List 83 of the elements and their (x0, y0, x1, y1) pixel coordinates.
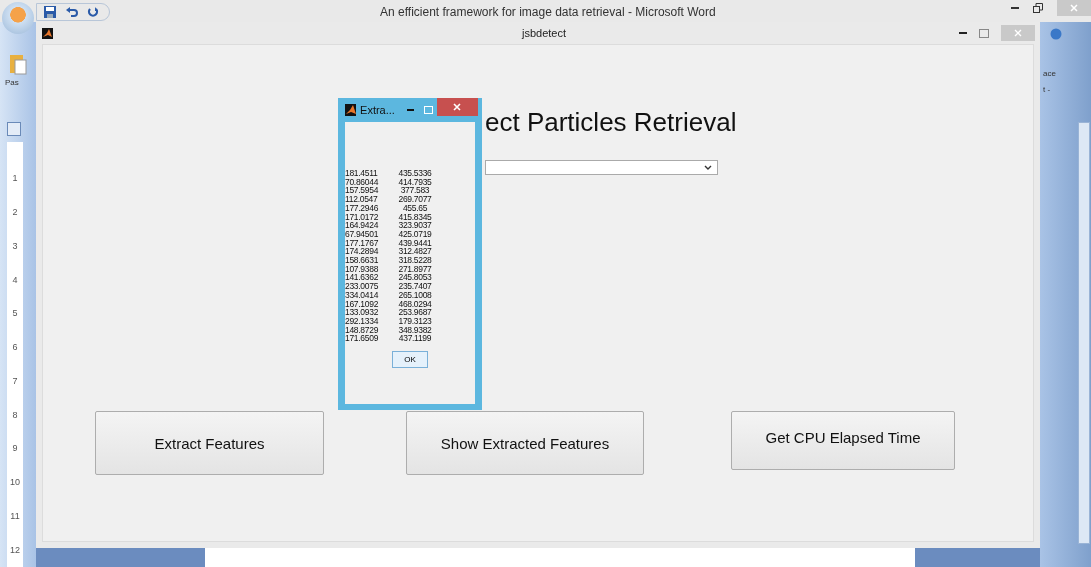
value-text: 167.1092 (345, 299, 380, 309)
value-text: 414.7935 (397, 177, 433, 187)
ruler-number: 1 (12, 174, 18, 184)
value-text: 181.4511 (345, 169, 379, 178)
value-text: 271.8977 (397, 264, 433, 274)
value-text: 171.0172 (345, 212, 380, 222)
value-text: 437.1199 (397, 334, 433, 344)
close-icon (1014, 29, 1022, 37)
value-text: 235.7407 (397, 282, 433, 291)
value-text: 455.65 (401, 203, 429, 213)
ruler-number: 10 (10, 478, 20, 488)
heading: ect Particles Retrieval (485, 107, 738, 138)
ok-button[interactable]: OK (392, 351, 428, 369)
close-icon (453, 103, 462, 111)
dropdown[interactable] (485, 160, 718, 175)
maximize-icon[interactable] (979, 28, 989, 38)
value-text: 179.3123 (397, 316, 433, 326)
ruler-number: 4 (12, 275, 18, 285)
ruler-number: 9 (12, 444, 18, 454)
value-text: 318.5228 (397, 256, 433, 265)
value-text: 334.0414 (345, 290, 380, 300)
tab-selector[interactable] (7, 122, 21, 136)
value-text: 174.2894 (345, 247, 380, 257)
value-text: 157.5954 (345, 186, 380, 196)
close-button[interactable] (1057, 0, 1091, 16)
value-text: 141.6362 (345, 273, 380, 283)
app-icon (345, 104, 357, 116)
clipboard-icon[interactable] (9, 52, 27, 76)
app-icon (42, 27, 53, 39)
ruler-number: 3 (12, 241, 18, 251)
close-button[interactable] (1001, 25, 1035, 41)
action-button[interactable]: Extract Features (95, 411, 324, 475)
redo-icon[interactable] (87, 6, 99, 18)
save-icon[interactable] (43, 5, 57, 19)
window-title: An efficient framework for image data retrieval - Microsoft Word (380, 5, 716, 19)
ruler-number: 6 (12, 343, 18, 353)
value-text: 265.1008 (397, 290, 433, 300)
close-button[interactable] (436, 98, 478, 116)
action-button[interactable]: Show Extracted Features (406, 411, 644, 475)
scroll-bar[interactable] (1078, 122, 1090, 544)
value-text: 67.94501 (345, 229, 380, 239)
value-text: 415.8345 (397, 212, 433, 222)
value-text: 425.0719 (397, 229, 433, 239)
value-text: 177.1767 (345, 238, 380, 248)
ruler-number: 12 (10, 545, 20, 555)
action-button[interactable]: Get CPU Elapsed Time (731, 411, 955, 470)
ruler-number: 2 (12, 208, 18, 218)
office-button[interactable] (2, 2, 34, 34)
value-text: 70.86044 (345, 177, 380, 187)
paste-label: Pas (5, 78, 19, 87)
value-text: 269.7077 (397, 195, 433, 204)
minimize-button[interactable] (406, 109, 415, 111)
value-text: 177.2946 (345, 203, 380, 213)
value-text: 292.1334 (345, 316, 380, 326)
close-icon (1070, 4, 1078, 12)
restore-icon[interactable] (1033, 3, 1043, 13)
value-text: 348.9382 (397, 325, 433, 335)
window-title: jsbdetect (522, 27, 567, 39)
value-text: 439.9441 (397, 238, 433, 248)
value-text: 112.0547 (345, 195, 379, 204)
value-text: 323.9037 (397, 221, 433, 230)
dialog-title: Extra... (360, 104, 395, 116)
value-text: 245.8053 (397, 273, 433, 283)
value-text: 107.9388 (345, 264, 380, 274)
undo-icon[interactable] (65, 6, 79, 18)
value-text: 468.0294 (397, 299, 433, 309)
value-text: 435.5336 (397, 169, 433, 178)
value-text: 133.0932 (345, 308, 380, 317)
value-text: 233.0075 (345, 282, 380, 291)
value-text: 164.9424 (345, 221, 380, 230)
value-text: 158.6631 (345, 256, 380, 265)
value-text: 148.8729 (345, 325, 380, 335)
ruler-number: 7 (12, 376, 18, 386)
chevron-down-icon (704, 164, 712, 171)
ruler-number: 8 (12, 410, 18, 420)
value-text: 312.4827 (397, 247, 433, 257)
ribbon-label[interactable]: t - (1043, 85, 1091, 94)
ruler-number: 5 (12, 309, 18, 319)
value-text: 171.6509 (345, 334, 380, 344)
ribbon-label[interactable]: ace (1043, 69, 1091, 78)
value-text: 253.9687 (397, 308, 433, 317)
value-text: 377.583 (399, 186, 431, 196)
ruler-number: 11 (10, 511, 20, 521)
